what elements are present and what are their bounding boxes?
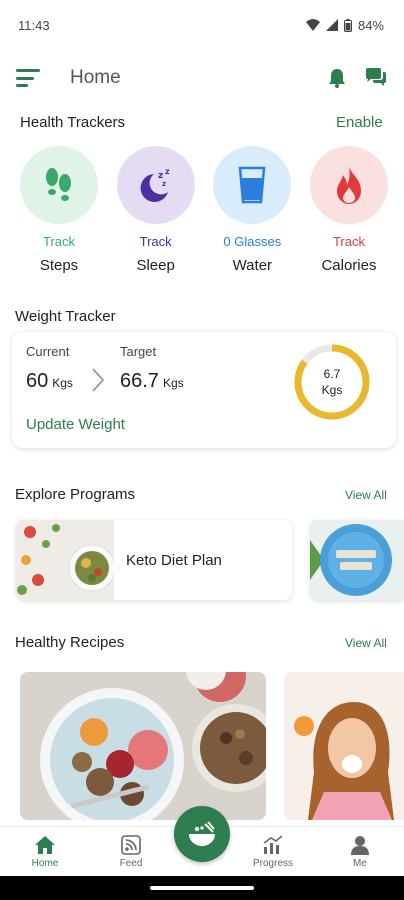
target-weight-value: 66.7 [120,370,159,392]
flame-icon [336,167,361,204]
svg-text:z: z [165,167,170,176]
weight-tracker-title: Weight Tracker [15,308,116,325]
enable-link[interactable]: Enable [336,114,383,131]
wifi-icon [305,19,320,31]
programs-view-all-link[interactable]: View All [345,488,387,502]
status-icons: 84% [305,17,384,33]
food-image [16,520,116,600]
trackers-row: Track Steps z z z Track Sleep 0 Glasses … [18,146,390,274]
tracker-water[interactable]: 0 Glasses Water [211,146,293,274]
nav-progress-label: Progress [252,858,293,869]
chevron-right-icon [92,368,104,392]
program-card-2[interactable] [310,520,404,600]
explore-programs-title: Explore Programs [15,486,136,503]
app-bar: Home [0,58,404,98]
program-card-keto[interactable]: Keto Diet Plan [16,520,292,600]
tracker-sleep-name: Sleep [136,257,175,274]
tracker-steps-circle[interactable] [20,146,98,224]
tracker-steps-name: Steps [39,257,79,274]
update-weight-link[interactable]: Update Weight [26,416,125,433]
bowl-icon [189,821,215,846]
tracker-calories-status[interactable]: Track [333,234,365,249]
recipe-card-1[interactable] [20,672,266,820]
target-weight: 66.7 Kgs [120,370,184,393]
person-icon [351,836,369,855]
current-weight: 60 Kgs [26,370,73,393]
nav-me[interactable]: Me [330,835,390,869]
battery-icon [343,18,352,32]
recipe-1-image [20,672,266,820]
nav-home[interactable]: Home [15,835,75,869]
weight-card[interactable]: Current 60 Kgs Target 66.7 Kgs Update Weig… [12,332,396,448]
program-2-image [310,520,404,600]
ring-label: 6.7 Kgs [292,366,372,398]
target-label: Target [120,344,157,359]
glass-icon [238,166,266,204]
tracker-water-status[interactable]: 0 Glasses [223,234,281,249]
signal-icon [325,19,338,31]
bell-icon[interactable] [328,68,346,88]
current-weight-value: 60 [26,370,49,392]
tracker-calories[interactable]: Track Calories [308,146,390,274]
svg-text:z: z [162,180,166,188]
home-gesture-bar[interactable] [150,886,254,890]
nav-home-label: Home [31,858,59,869]
recipe-2-image [284,672,404,820]
status-time: 11:43 [18,17,50,33]
tracker-sleep[interactable]: z z z Track Sleep [115,146,197,274]
health-trackers-title: Health Trackers [20,114,126,131]
ring-value: 6.7 [323,367,341,381]
battery-percent: 84% [357,17,384,33]
menu-icon[interactable] [16,69,40,87]
tracker-sleep-circle[interactable]: z z z [116,146,195,224]
tracker-calories-circle[interactable] [309,146,388,224]
add-meal-button[interactable] [174,806,230,862]
chat-icon[interactable] [364,67,388,89]
tracker-water-circle[interactable] [213,146,292,224]
progress-icon [263,835,283,854]
tracker-sleep-status[interactable]: Track [140,234,172,249]
nav-feed[interactable]: Feed [101,835,161,869]
tracker-steps-status[interactable]: Track [43,234,75,249]
nav-feed-label: Feed [119,858,143,869]
home-icon [35,836,55,854]
page-title: Home [70,67,121,88]
recipe-card-2[interactable] [284,672,404,820]
current-label: Current [26,344,70,359]
tracker-water-name: Water [232,257,273,274]
current-weight-unit: Kgs [52,376,73,390]
program-thumbnail [16,520,116,600]
nav-me-label: Me [353,858,367,869]
target-weight-unit: Kgs [162,376,184,390]
footprints-icon [46,168,71,201]
feed-icon [121,835,141,855]
status-bar: 11:43 84% [0,0,404,50]
healthy-recipes-title: Healthy Recipes [15,634,125,651]
nav-progress[interactable]: Progress [243,835,303,869]
moon-icon: z z z [140,167,170,202]
program-name: Keto Diet Plan [126,552,222,569]
ring-unit: Kgs [321,383,343,397]
recipes-view-all-link[interactable]: View All [345,636,387,650]
tracker-steps[interactable]: Track Steps [18,146,100,274]
tracker-calories-name: Calories [321,257,377,274]
